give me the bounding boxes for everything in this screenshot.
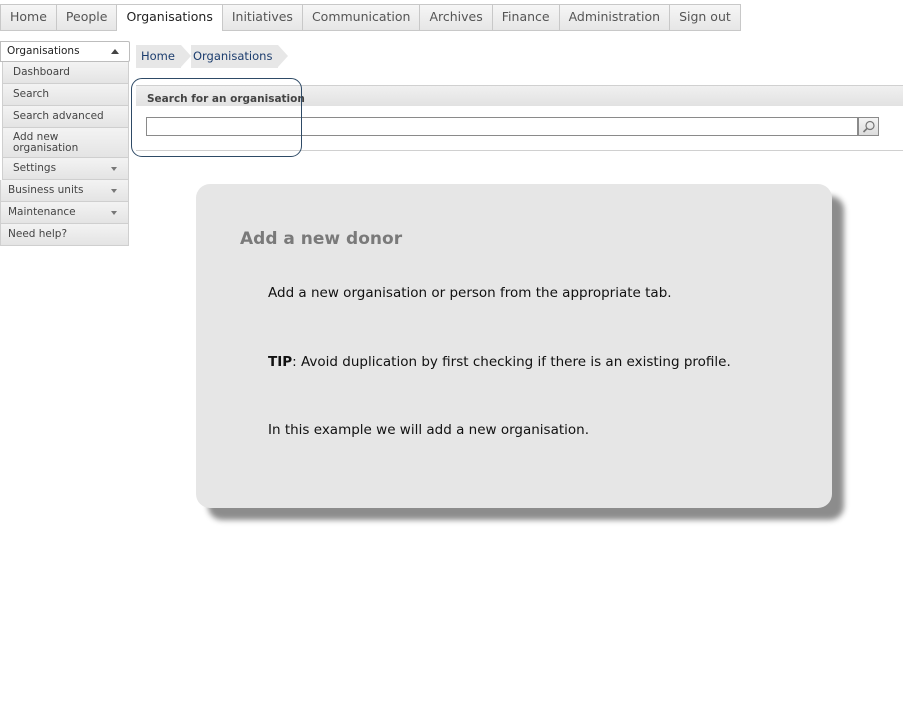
card-line-example: In this example we will add a new organi… (268, 422, 590, 438)
search-button[interactable] (858, 117, 879, 136)
tab-people[interactable]: People (55, 5, 117, 30)
sidebar-item-settings[interactable]: Settings (2, 158, 129, 180)
caret-down-icon (111, 211, 117, 215)
tab-communication[interactable]: Communication (301, 5, 420, 30)
sidebar-header-label: Organisations (7, 45, 80, 57)
caret-down-icon (111, 167, 117, 171)
breadcrumb-organisations[interactable]: Organisations (190, 45, 289, 68)
card-line-instruction: Add a new organisation or person from th… (268, 285, 672, 301)
sidebar-section-maintenance[interactable]: Maintenance (0, 202, 129, 224)
breadcrumb-home[interactable]: Home (136, 45, 191, 68)
card-title: Add a new donor (240, 229, 403, 249)
tab-administration[interactable]: Administration (558, 5, 670, 30)
sidebar-item-dashboard[interactable]: Dashboard (2, 62, 129, 84)
sidebar-item-label: Add new organisation (13, 131, 79, 154)
tip-text: : Avoid duplication by first checking if… (292, 354, 731, 370)
tab-archives[interactable]: Archives (419, 5, 492, 30)
tip-label: TIP (268, 354, 293, 370)
sidebar-section-label: Business units (8, 184, 84, 196)
search-input[interactable] (146, 117, 858, 136)
search-panel-title: Search for an organisation (136, 86, 903, 106)
caret-down-icon (111, 189, 117, 193)
sidebar-section-business-units[interactable]: Business units (0, 180, 129, 202)
tab-organisations[interactable]: Organisations (116, 5, 222, 31)
sidebar-section-label: Need help? (8, 228, 68, 240)
magnifier-icon (862, 120, 875, 133)
search-panel: Search for an organisation (136, 85, 903, 151)
sidebar-item-label: Settings (13, 162, 57, 174)
sidebar-item-add-new-organisation[interactable]: Add new organisation (2, 128, 129, 158)
sidebar-item-search[interactable]: Search (2, 84, 129, 106)
breadcrumb: Home Organisations (136, 45, 289, 68)
sidebar: Organisations Dashboard Search Search ad… (0, 41, 130, 246)
sidebar-header-organisations[interactable]: Organisations (0, 41, 130, 62)
sidebar-section-label: Maintenance (8, 206, 76, 218)
sidebar-item-label: Search (13, 88, 50, 100)
sidebar-item-label: Dashboard (13, 66, 70, 78)
card-line-tip: TIP: Avoid duplication by first checking… (268, 354, 731, 370)
sidebar-item-label: Search advanced (13, 110, 104, 122)
top-navigation: Home People Organisations Initiatives Co… (0, 4, 741, 31)
tutorial-card: Add a new donor Add a new organisation o… (196, 184, 832, 508)
tab-sign-out[interactable]: Sign out (669, 5, 740, 30)
tab-home[interactable]: Home (0, 5, 56, 30)
sidebar-section-need-help[interactable]: Need help? (0, 224, 129, 246)
tab-finance[interactable]: Finance (491, 5, 559, 30)
tab-initiatives[interactable]: Initiatives (221, 5, 302, 30)
caret-up-icon (111, 49, 119, 54)
sidebar-item-search-advanced[interactable]: Search advanced (2, 106, 129, 128)
